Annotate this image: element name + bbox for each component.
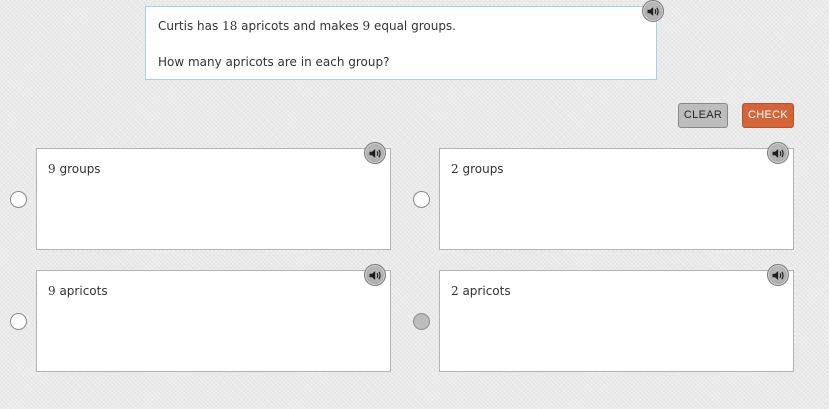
option-3-card[interactable]: 9 apricots <box>36 264 391 372</box>
question-number-apricots: 18 <box>222 19 238 33</box>
option-3-number: 9 <box>48 284 56 298</box>
option-2-number: 2 <box>451 162 459 176</box>
question-box: Curtis has 18 apricots and makes 9 equal… <box>145 6 657 80</box>
question-text-mid: apricots and makes <box>237 19 363 33</box>
question-text-pre: Curtis has <box>158 19 223 33</box>
speaker-icon <box>647 6 659 16</box>
question-number-groups: 9 <box>362 19 371 33</box>
option-4-radio[interactable] <box>413 313 430 330</box>
option-1-number: 9 <box>48 162 56 176</box>
clear-button[interactable]: CLEAR <box>678 103 728 128</box>
option-4-unit: apricots <box>458 284 511 298</box>
option-1-card[interactable]: 9 groups <box>36 142 391 250</box>
option-2-label: 2 groups <box>451 162 504 176</box>
option-2-card[interactable]: 2 groups <box>439 142 794 250</box>
option-3-unit: apricots <box>55 284 108 298</box>
option-2-audio-button[interactable] <box>767 142 789 164</box>
speaker-icon <box>369 270 381 280</box>
option-1-radio[interactable] <box>10 191 27 208</box>
question-line-2: How many apricots are in each group? <box>158 55 390 69</box>
option-4-number: 2 <box>451 284 459 298</box>
speaker-icon <box>772 270 784 280</box>
option-3-label: 9 apricots <box>48 284 108 298</box>
option-3-radio[interactable] <box>10 313 27 330</box>
option-4-audio-button[interactable] <box>767 264 789 286</box>
speaker-icon <box>772 148 784 158</box>
speaker-icon <box>369 148 381 158</box>
option-1-audio-button[interactable] <box>364 142 386 164</box>
option-3-audio-button[interactable] <box>364 264 386 286</box>
option-4-label: 2 apricots <box>451 284 511 298</box>
question-audio-button[interactable] <box>642 0 664 22</box>
question-text-post: equal groups. <box>370 19 456 33</box>
option-2-unit: groups <box>458 162 504 176</box>
option-4-card[interactable]: 2 apricots <box>439 264 794 372</box>
option-2-radio[interactable] <box>413 191 430 208</box>
question-line-1: Curtis has 18 apricots and makes 9 equal… <box>158 19 456 33</box>
option-1-unit: groups <box>55 162 101 176</box>
check-button[interactable]: CHECK <box>742 103 794 128</box>
option-1-label: 9 groups <box>48 162 101 176</box>
